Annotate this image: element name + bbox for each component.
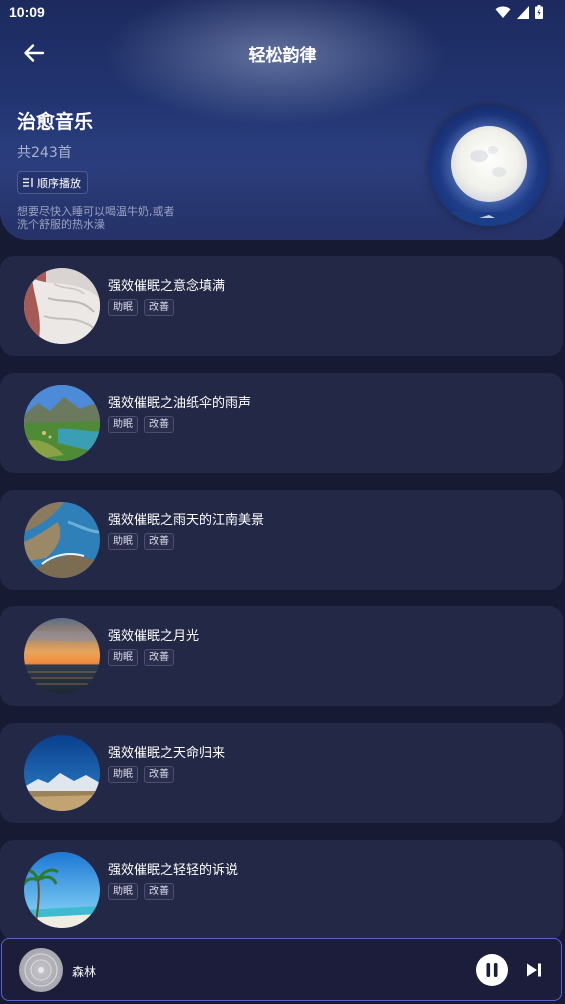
song-item[interactable]: 强效催眠之轻轻的诉说 助眠 改善 — [0, 840, 563, 940]
song-tags: 助眠 改善 — [108, 299, 174, 316]
song-item[interactable]: 强效催眠之月光 助眠 改善 — [0, 606, 563, 706]
song-item[interactable]: 强效催眠之油纸伞的雨声 助眠 改善 — [0, 373, 563, 473]
tag: 改善 — [144, 416, 174, 433]
tag: 助眠 — [108, 883, 138, 900]
tag: 助眠 — [108, 649, 138, 666]
tag: 改善 — [144, 533, 174, 550]
song-thumbnail — [24, 618, 100, 694]
song-tags: 助眠 改善 — [108, 883, 174, 900]
status-icons — [495, 5, 543, 19]
palm-beach-photo — [24, 852, 100, 928]
status-bar: 10:09 — [0, 0, 565, 26]
sunset-sea-photo — [24, 618, 100, 694]
playlist-count: 共243首 — [17, 145, 72, 161]
song-title: 强效催眠之油纸伞的雨声 — [108, 396, 252, 411]
song-thumbnail — [24, 502, 100, 578]
song-title: 强效催眠之月光 — [108, 629, 200, 644]
song-thumbnail — [24, 852, 100, 928]
song-item[interactable]: 强效催眠之意念填满 助眠 改善 — [0, 256, 563, 356]
song-thumbnail — [24, 385, 100, 461]
pause-button[interactable] — [476, 954, 508, 986]
song-tags: 助眠 改善 — [108, 416, 174, 433]
song-thumbnail — [24, 735, 100, 811]
playlist-description: 想要尽快入睡可以喝温牛奶,或者洗个舒服的热水澡 — [17, 205, 175, 231]
mini-player[interactable]: 森林 — [1, 938, 562, 1001]
tag: 助眠 — [108, 533, 138, 550]
song-tags: 助眠 改善 — [108, 533, 174, 550]
song-item[interactable]: 强效催眠之天命归来 助眠 改善 — [0, 723, 563, 823]
status-time: 10:09 — [9, 4, 45, 20]
tag: 助眠 — [108, 416, 138, 433]
coastline-photo — [24, 502, 100, 578]
battery-icon — [535, 5, 543, 19]
pause-icon — [486, 963, 498, 977]
tag: 改善 — [144, 649, 174, 666]
list-order-icon — [23, 178, 33, 187]
song-title: 强效催眠之天命归来 — [108, 746, 226, 761]
skip-next-icon[interactable] — [525, 962, 543, 978]
moon-image — [429, 114, 549, 226]
song-title: 强效催眠之意念填满 — [108, 279, 226, 294]
signal-icon — [517, 5, 529, 19]
song-title: 强效催眠之雨天的江南美景 — [108, 513, 265, 528]
song-thumbnail — [24, 268, 100, 344]
playlist-cover-moon — [429, 106, 549, 226]
wifi-icon — [495, 6, 511, 18]
song-tags: 助眠 改善 — [108, 649, 174, 666]
blue-sky-mountain-photo — [24, 735, 100, 811]
playlist-title: 治愈音乐 — [17, 111, 94, 133]
tag: 改善 — [144, 883, 174, 900]
album-disc-icon — [19, 948, 63, 992]
song-tags: 助眠 改善 — [108, 766, 174, 783]
tag: 助眠 — [108, 766, 138, 783]
tag: 助眠 — [108, 299, 138, 316]
bedsheet-photo — [24, 268, 100, 344]
tag: 改善 — [144, 766, 174, 783]
mountain-lake-photo — [24, 385, 100, 461]
song-title: 强效催眠之轻轻的诉说 — [108, 863, 239, 878]
page-title: 轻松韵律 — [248, 46, 317, 66]
play-order-button[interactable]: 顺序播放 — [17, 171, 88, 194]
now-playing-title: 森林 — [72, 965, 97, 979]
song-item[interactable]: 强效催眠之雨天的江南美景 助眠 改善 — [0, 490, 563, 590]
play-order-label: 顺序播放 — [37, 176, 81, 190]
tag: 改善 — [144, 299, 174, 316]
